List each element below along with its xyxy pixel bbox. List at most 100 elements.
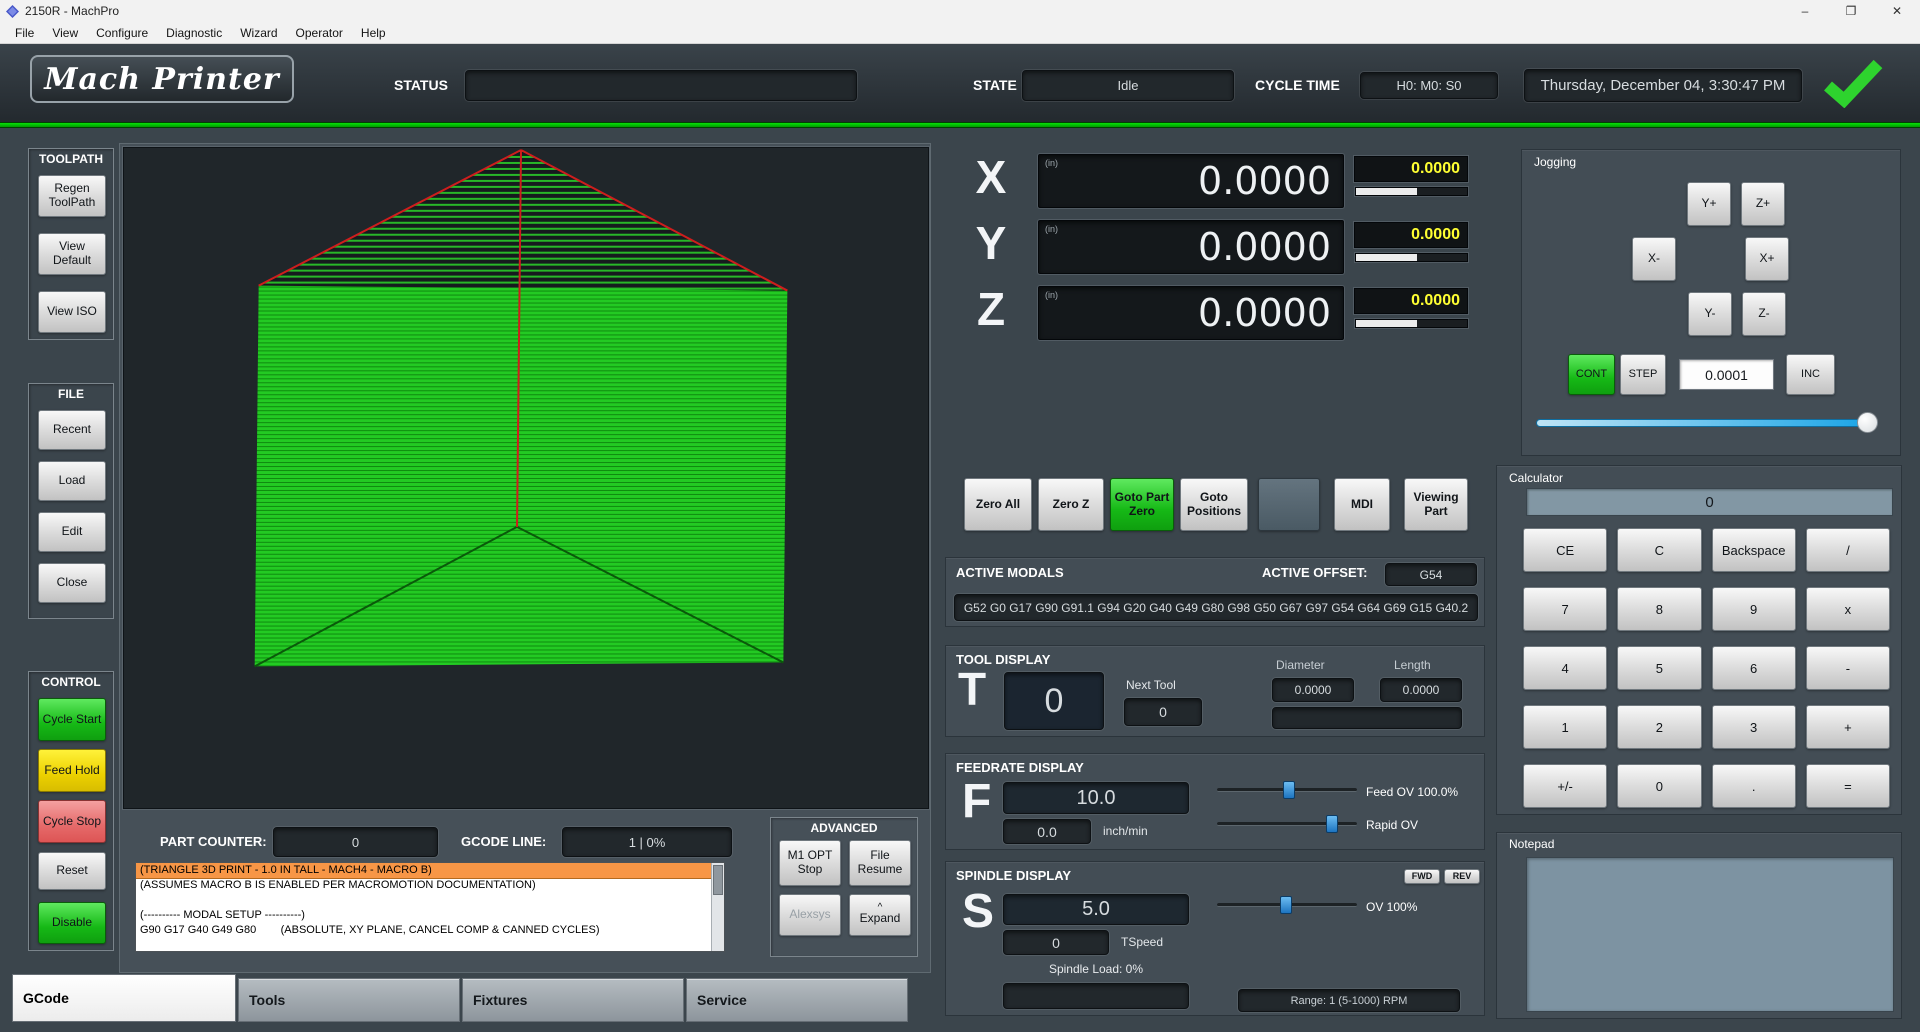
calculator-display[interactable]: 0 bbox=[1526, 488, 1893, 516]
zero-all-button[interactable]: Zero All bbox=[964, 478, 1032, 531]
calc-key-ce[interactable]: CE bbox=[1523, 528, 1607, 572]
menu-file[interactable]: File bbox=[6, 24, 43, 42]
viewing-part-button[interactable]: Viewing Part bbox=[1404, 478, 1468, 531]
notepad-text-area[interactable] bbox=[1526, 857, 1894, 1012]
spindle-override-slider[interactable] bbox=[1217, 895, 1357, 915]
rapid-override-slider[interactable] bbox=[1217, 814, 1357, 834]
tab-fixtures[interactable]: Fixtures bbox=[462, 978, 684, 1022]
tab-tools[interactable]: Tools bbox=[238, 978, 460, 1022]
calc-key-decimal[interactable]: . bbox=[1712, 764, 1796, 808]
file-close-button[interactable]: Close bbox=[38, 563, 106, 603]
feed-override-slider[interactable] bbox=[1217, 780, 1357, 800]
file-edit-button[interactable]: Edit bbox=[38, 512, 106, 552]
tab-gcode[interactable]: GCode bbox=[12, 974, 236, 1022]
gcode-line-current[interactable]: (TRIANGLE 3D PRINT - 1.0 IN TALL - MACH4… bbox=[136, 863, 724, 878]
calc-key-plus[interactable]: + bbox=[1806, 705, 1890, 749]
blank-button[interactable] bbox=[1258, 478, 1320, 531]
calc-key-8[interactable]: 8 bbox=[1617, 587, 1701, 631]
diameter-field[interactable]: 0.0000 bbox=[1272, 678, 1354, 702]
file-recent-button[interactable]: Recent bbox=[38, 410, 106, 450]
calc-key-1[interactable]: 1 bbox=[1523, 705, 1607, 749]
minimize-button[interactable]: – bbox=[1782, 0, 1828, 22]
calc-key-3[interactable]: 3 bbox=[1712, 705, 1796, 749]
calc-key-6[interactable]: 6 bbox=[1712, 646, 1796, 690]
calc-key-c[interactable]: C bbox=[1617, 528, 1701, 572]
jog-z-plus-button[interactable]: Z+ bbox=[1741, 182, 1785, 226]
spindle-fwd-button[interactable]: FWD bbox=[1404, 869, 1440, 884]
menu-diagnostic[interactable]: Diagnostic bbox=[157, 24, 231, 42]
menu-configure[interactable]: Configure bbox=[87, 24, 157, 42]
calc-key-7[interactable]: 7 bbox=[1523, 587, 1607, 631]
next-tool-field[interactable]: 0 bbox=[1124, 698, 1202, 726]
jog-cont-button[interactable]: CONT bbox=[1568, 354, 1615, 395]
slider-thumb[interactable] bbox=[1326, 815, 1338, 833]
axis-z-label: Z bbox=[968, 282, 1014, 336]
calc-key-equals[interactable]: = bbox=[1806, 764, 1890, 808]
dro-y[interactable]: (in) 0.0000 bbox=[1038, 220, 1344, 274]
dro-z[interactable]: (in) 0.0000 bbox=[1038, 286, 1344, 340]
reset-button[interactable]: Reset bbox=[38, 852, 106, 890]
gcode-line[interactable]: (---------- MODAL SETUP ----------) bbox=[136, 908, 724, 923]
calc-key-2[interactable]: 2 bbox=[1617, 705, 1701, 749]
spindle-rev-button[interactable]: REV bbox=[1444, 869, 1480, 884]
jog-y-minus-button[interactable]: Y- bbox=[1688, 292, 1732, 336]
file-load-button[interactable]: Load bbox=[38, 461, 106, 501]
gcode-line[interactable] bbox=[136, 893, 724, 908]
slider-thumb[interactable] bbox=[1283, 781, 1295, 799]
calc-key-minus[interactable]: - bbox=[1806, 646, 1890, 690]
calc-key-9[interactable]: 9 bbox=[1712, 587, 1796, 631]
view-default-button[interactable]: View Default bbox=[38, 233, 106, 275]
feedrate-commanded-field[interactable]: 10.0 bbox=[1003, 782, 1189, 814]
mdi-button[interactable]: MDI bbox=[1334, 478, 1390, 531]
dro-x[interactable]: (in) 0.0000 bbox=[1038, 154, 1344, 208]
cycle-stop-button[interactable]: Cycle Stop bbox=[38, 800, 106, 843]
calc-key-5[interactable]: 5 bbox=[1617, 646, 1701, 690]
axis-y-label: Y bbox=[968, 216, 1014, 270]
m1-opt-stop-button[interactable]: M1 OPT Stop bbox=[779, 840, 841, 886]
gcode-listing[interactable]: (TRIANGLE 3D PRINT - 1.0 IN TALL - MACH4… bbox=[135, 862, 725, 952]
length-field[interactable]: 0.0000 bbox=[1380, 678, 1462, 702]
close-button[interactable]: ✕ bbox=[1874, 0, 1920, 22]
gcode-scrollbar[interactable] bbox=[711, 863, 724, 951]
jog-increment-field[interactable]: 0.0001 bbox=[1679, 359, 1774, 390]
regen-toolpath-button[interactable]: Regen ToolPath bbox=[38, 175, 106, 217]
alexsys-button[interactable]: Alexsys bbox=[779, 894, 841, 936]
jog-x-plus-button[interactable]: X+ bbox=[1745, 237, 1789, 281]
calc-key-divide[interactable]: / bbox=[1806, 528, 1890, 572]
cycle-start-button[interactable]: Cycle Start bbox=[38, 698, 106, 741]
jog-y-plus-button[interactable]: Y+ bbox=[1687, 182, 1731, 226]
dro-x-value: 0.0000 bbox=[1198, 155, 1331, 207]
file-resume-button[interactable]: File Resume bbox=[849, 840, 911, 886]
maximize-button[interactable]: ❐ bbox=[1828, 0, 1874, 22]
expand-button[interactable]: ^ Expand bbox=[849, 894, 911, 936]
calc-key-backspace[interactable]: Backspace bbox=[1712, 528, 1796, 572]
zero-z-button[interactable]: Zero Z bbox=[1038, 478, 1104, 531]
view-iso-button[interactable]: View ISO bbox=[38, 291, 106, 333]
slider-thumb[interactable] bbox=[1857, 412, 1878, 433]
disable-button[interactable]: Disable bbox=[38, 902, 106, 944]
menu-wizard[interactable]: Wizard bbox=[231, 24, 286, 42]
gcode-scrollbar-thumb[interactable] bbox=[713, 865, 723, 895]
calc-key-plusminus[interactable]: +/- bbox=[1523, 764, 1607, 808]
menu-operator[interactable]: Operator bbox=[287, 24, 352, 42]
goto-part-zero-button[interactable]: Goto Part Zero bbox=[1110, 478, 1174, 531]
spindle-commanded-field[interactable]: 5.0 bbox=[1003, 894, 1189, 925]
tab-service[interactable]: Service bbox=[686, 978, 908, 1022]
gcode-line[interactable]: (ASSUMES MACRO B IS ENABLED PER MACROMOT… bbox=[136, 878, 724, 893]
jog-step-button[interactable]: STEP bbox=[1620, 354, 1666, 395]
gcode-line[interactable]: G90 G17 G40 G49 G80 (ABSOLUTE, XY PLANE,… bbox=[136, 923, 724, 938]
tool-display-panel: TOOL DISPLAY T 0 Next Tool 0 Diameter Le… bbox=[945, 645, 1485, 737]
jog-inc-button[interactable]: INC bbox=[1786, 354, 1835, 395]
jog-rate-slider[interactable] bbox=[1536, 412, 1878, 434]
calc-key-0[interactable]: 0 bbox=[1617, 764, 1701, 808]
goto-positions-button[interactable]: Goto Positions bbox=[1180, 478, 1248, 531]
toolpath-view[interactable] bbox=[123, 147, 929, 809]
calc-key-4[interactable]: 4 bbox=[1523, 646, 1607, 690]
menu-view[interactable]: View bbox=[43, 24, 87, 42]
jog-x-minus-button[interactable]: X- bbox=[1632, 237, 1676, 281]
calc-key-multiply[interactable]: x bbox=[1806, 587, 1890, 631]
jog-z-minus-button[interactable]: Z- bbox=[1742, 292, 1786, 336]
slider-thumb[interactable] bbox=[1280, 896, 1292, 914]
menu-help[interactable]: Help bbox=[352, 24, 395, 42]
feed-hold-button[interactable]: Feed Hold bbox=[38, 749, 106, 792]
